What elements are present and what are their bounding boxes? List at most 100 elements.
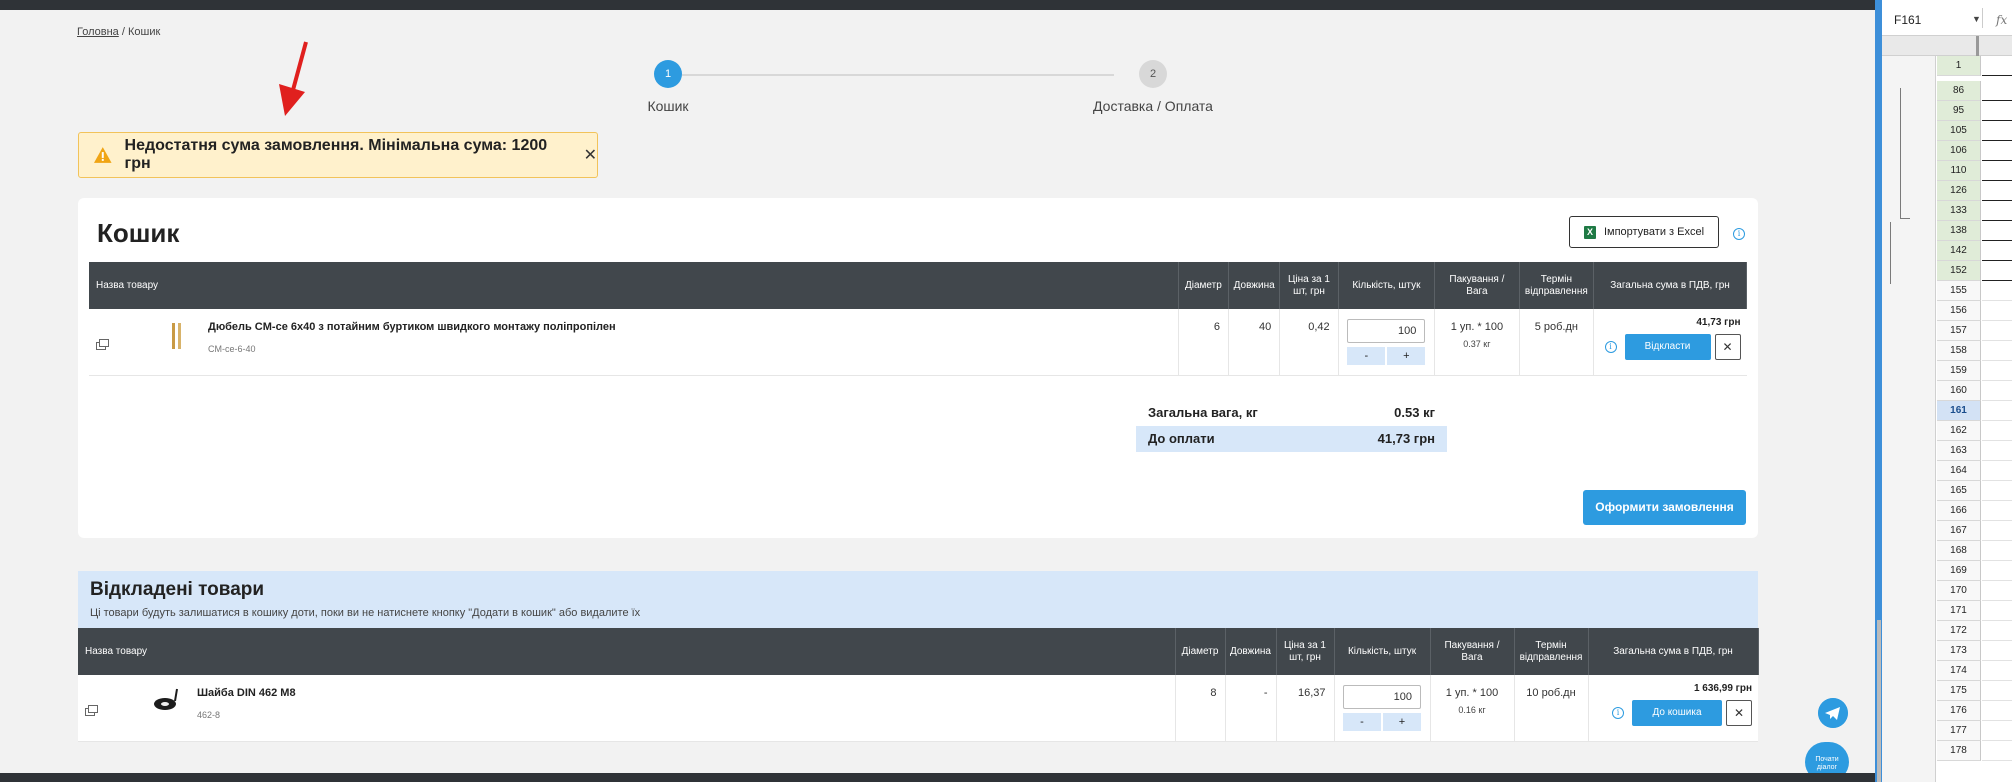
sheet-cell[interactable] [1982,561,2012,581]
sheet-row-header[interactable]: 165 [1937,481,1981,501]
sheet-row-header[interactable]: 138 [1937,221,1981,241]
sheet-row-header[interactable]: 173 [1937,641,1981,661]
sheet-cell[interactable] [1982,341,2012,361]
sheet-cell[interactable] [1982,81,2012,101]
sheet-cell[interactable] [1982,641,2012,661]
sheet-cell[interactable] [1982,361,2012,381]
name-box[interactable]: F161 ▼ fx [1882,0,2012,36]
product-name[interactable]: Дюбель CM-ce 6x40 з потайним буртиком шв… [208,321,616,333]
sheet-cell[interactable] [1982,721,2012,741]
sheet-row-header[interactable]: 161 [1937,401,1981,421]
sheet-cell[interactable] [1982,581,2012,601]
sheet-row-header[interactable]: 175 [1937,681,1981,701]
sheet-row-header[interactable]: 178 [1937,741,1981,761]
qty-plus-button[interactable]: + [1383,713,1421,731]
sheet-row-header[interactable]: 172 [1937,621,1981,641]
sheet-row-header[interactable]: 176 [1937,701,1981,721]
step-cart[interactable]: 1 Кошик [598,60,738,114]
sheet-cell[interactable] [1982,501,2012,521]
sheet-cell[interactable] [1982,261,2012,281]
place-order-button[interactable]: Оформити замовлення [1583,490,1746,525]
sheet-row-header[interactable]: 174 [1937,661,1981,681]
info-icon[interactable]: i [1612,707,1624,719]
telegram-icon[interactable] [1818,698,1848,728]
sheet-row-header[interactable]: 110 [1937,161,1981,181]
copy-icon[interactable] [85,705,98,716]
sheet-cell[interactable] [1982,161,2012,181]
sheet-row-header[interactable]: 162 [1937,421,1981,441]
sheet-row-header[interactable]: 1 [1937,56,1981,76]
qty-minus-button[interactable]: - [1343,713,1381,731]
sheet-row-header[interactable]: 86 [1937,81,1981,101]
step-delivery[interactable]: 2 Доставка / Оплата [1083,60,1223,114]
sheet-cell[interactable] [1982,221,2012,241]
sheet-cell[interactable] [1982,201,2012,221]
sheet-cell[interactable] [1982,381,2012,401]
sheet-cell[interactable] [1982,741,2012,761]
length-value: 40 [1228,309,1281,376]
sheet-cell[interactable] [1982,281,2012,301]
sheet-cell[interactable] [1982,661,2012,681]
add-to-cart-button[interactable]: До кошика [1632,700,1722,726]
chevron-down-icon[interactable]: ▼ [1972,14,1981,24]
scrollbar-thumb[interactable] [1877,620,1881,782]
sheet-cell[interactable] [1982,56,2012,76]
remove-item-button[interactable]: ✕ [1726,700,1752,726]
sheet-row-header[interactable]: 168 [1937,541,1981,561]
sheet-row-header[interactable]: 95 [1937,101,1981,121]
sheet-cell[interactable] [1982,521,2012,541]
sheet-cell[interactable] [1982,181,2012,201]
product-thumbnail[interactable] [147,687,187,717]
warning-close-icon[interactable]: ✕ [584,145,597,165]
sheet-row-header[interactable]: 126 [1937,181,1981,201]
sheet-row-header[interactable]: 167 [1937,521,1981,541]
sheet-row-header[interactable]: 160 [1937,381,1981,401]
sheet-row-header[interactable]: 164 [1937,461,1981,481]
sheet-row-header[interactable]: 133 [1937,201,1981,221]
qty-plus-button[interactable]: + [1387,347,1426,365]
sheet-cell[interactable] [1982,481,2012,501]
sheet-cell[interactable] [1982,141,2012,161]
product-thumbnail[interactable] [158,321,198,351]
info-icon[interactable]: i [1604,341,1617,353]
sheet-row-header[interactable]: 170 [1937,581,1981,601]
sheet-row-header[interactable]: 171 [1937,601,1981,621]
copy-icon[interactable] [96,339,109,350]
sheet-row-header[interactable]: 163 [1937,441,1981,461]
sheet-row-header[interactable]: 106 [1937,141,1981,161]
sheet-row-header[interactable]: 142 [1937,241,1981,261]
sheet-cell[interactable] [1982,421,2012,441]
sheet-cell[interactable] [1982,601,2012,621]
sheet-row-header[interactable]: 166 [1937,501,1981,521]
qty-minus-button[interactable]: - [1347,347,1386,365]
postpone-button[interactable]: Відкласти [1624,334,1711,360]
sheet-row-header[interactable]: 159 [1937,361,1981,381]
remove-item-button[interactable]: ✕ [1714,334,1741,360]
sheet-cell[interactable] [1982,321,2012,341]
sheet-row-header[interactable]: 155 [1937,281,1981,301]
quantity-input[interactable]: 100 [1347,319,1426,343]
sheet-row-header[interactable]: 177 [1937,721,1981,741]
sheet-cell[interactable] [1982,441,2012,461]
sheet-cell[interactable] [1982,301,2012,321]
import-excel-button[interactable]: X Імпортувати з Excel [1569,216,1719,248]
sheet-cell[interactable] [1982,621,2012,641]
sheet-cell[interactable] [1982,101,2012,121]
sheet-cell[interactable] [1982,401,2012,421]
import-info-icon[interactable]: i [1733,228,1745,240]
sheet-row-header[interactable]: 152 [1937,261,1981,281]
sheet-cell[interactable] [1982,701,2012,721]
quantity-input[interactable]: 100 [1343,685,1421,709]
sheet-cell[interactable] [1982,121,2012,141]
sheet-cell[interactable] [1982,461,2012,481]
sheet-row-header[interactable]: 105 [1937,121,1981,141]
sheet-row-header[interactable]: 158 [1937,341,1981,361]
sheet-cell[interactable] [1982,241,2012,261]
breadcrumb-home-link[interactable]: Головна [77,26,119,38]
sheet-row-header[interactable]: 169 [1937,561,1981,581]
sheet-cell[interactable] [1982,681,2012,701]
sheet-row-header[interactable]: 156 [1937,301,1981,321]
sheet-row-header[interactable]: 157 [1937,321,1981,341]
sheet-cell[interactable] [1982,541,2012,561]
product-name[interactable]: Шайба DIN 462 M8 [197,687,296,699]
